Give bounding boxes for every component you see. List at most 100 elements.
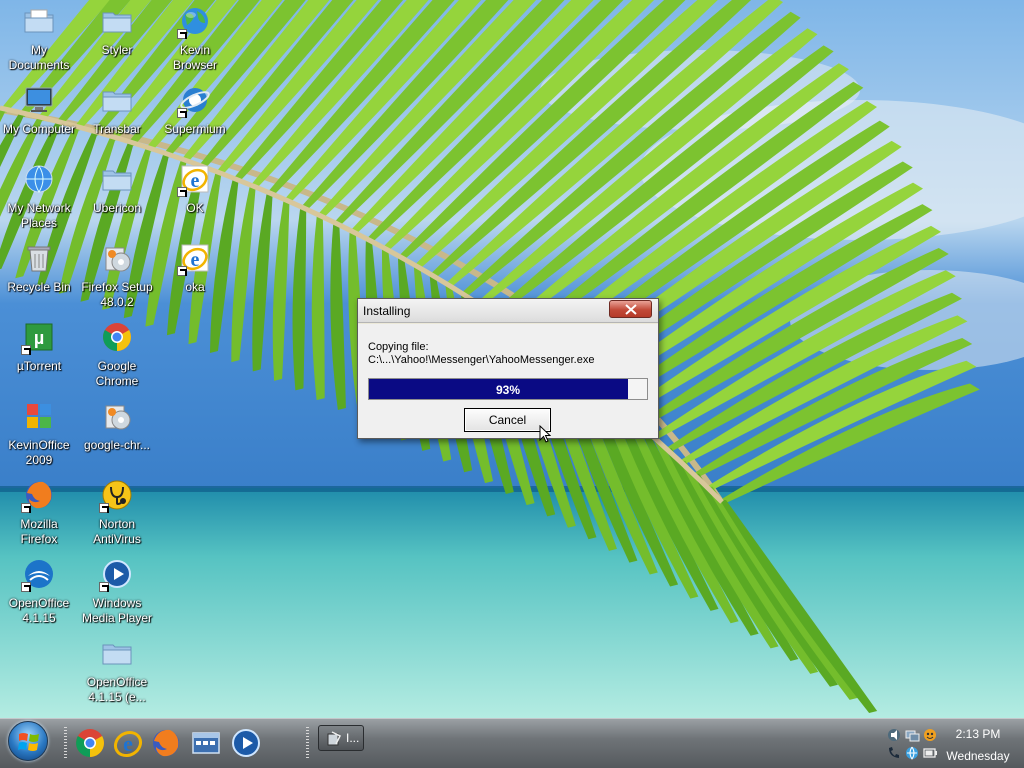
quicklaunch-show-desktop-icon[interactable] <box>190 727 222 759</box>
desktop-icon-label: Firefox Setup 48.0.2 <box>81 280 153 309</box>
desktop-icon[interactable]: Mozilla Firefox <box>0 479 78 547</box>
progress-percent: 93% <box>495 383 521 397</box>
dialog-body: Copying file: C:\...\Yahoo!\Messenger\Ya… <box>358 324 658 438</box>
desktop-icon[interactable]: µ µTorrent <box>0 321 78 374</box>
quicklaunch-internet-explorer-icon[interactable]: e <box>112 727 144 759</box>
folder-icon <box>101 637 133 669</box>
shortcut-arrow-icon <box>21 345 31 355</box>
desktop-icon[interactable]: Transbar <box>78 84 156 137</box>
shortcut-arrow-icon <box>177 29 187 39</box>
taskbar-installer-label: I... <box>346 731 360 745</box>
quicklaunch-firefox-icon[interactable] <box>150 727 182 759</box>
shortcut-arrow-icon <box>177 187 187 197</box>
system-tray <box>882 725 944 763</box>
folder-icon <box>101 5 133 37</box>
chrome-icon <box>101 321 133 353</box>
computer-icon <box>23 84 55 116</box>
browser-icon <box>177 84 211 118</box>
install-progress-bar: 93% <box>368 378 648 400</box>
close-icon <box>625 304 637 315</box>
start-button[interactable] <box>8 721 48 761</box>
shortcut-arrow-icon <box>177 108 187 118</box>
desktop-icon-label: Ubericon <box>92 201 142 215</box>
desktop-icon-label: My Documents <box>8 43 70 72</box>
shortcut-arrow-icon <box>99 503 109 513</box>
copying-message: Copying file: C:\...\Yahoo!\Messenger\Ya… <box>368 341 594 367</box>
desktop-icon[interactable]: e oka <box>156 242 234 295</box>
desktop-icon-label: google-chr... <box>83 438 151 452</box>
messenger-icon[interactable] <box>922 727 938 743</box>
desktop-icon[interactable]: Recycle Bin <box>0 242 78 295</box>
desktop-icon[interactable]: Google Chrome <box>78 321 156 389</box>
desktop-icon-label: KevinOffice 2009 <box>8 438 70 467</box>
taskbar: e I... 2:13 PM Wednesday <box>0 718 1024 768</box>
desktop-icon[interactable]: My Documents <box>0 5 78 73</box>
desktop-icon-label: Google Chrome <box>95 359 139 388</box>
desktop-icon-label: Styler <box>101 43 133 57</box>
speaker-icon[interactable] <box>886 727 902 743</box>
desktop-icon[interactable]: My Network Places <box>0 163 78 231</box>
network-icon[interactable] <box>904 727 920 743</box>
desktop-icon-label: Recycle Bin <box>7 280 71 294</box>
desktop-icon[interactable]: Firefox Setup 48.0.2 <box>78 242 156 310</box>
desktop-icon-label: OK <box>186 201 204 215</box>
desktop-icon[interactable]: Windows Media Player <box>78 558 156 626</box>
norton-icon <box>99 479 133 513</box>
clock-time[interactable]: 2:13 PM <box>948 727 1008 741</box>
desktop-icon-label: Transbar <box>93 122 141 136</box>
desktop-icon[interactable]: My Computer <box>0 84 78 137</box>
desktop-icon-label: OpenOffice 4.1.15 <box>8 596 70 625</box>
quicklaunch-chrome-icon[interactable] <box>74 727 106 759</box>
svg-text:e: e <box>191 170 200 192</box>
desktop-icon-label: Norton AntiVirus <box>93 517 141 546</box>
svg-text:µ: µ <box>34 328 44 348</box>
media-player-icon <box>99 558 133 592</box>
mouse-cursor-icon <box>539 425 551 443</box>
svg-text:e: e <box>123 731 133 756</box>
taskbar-installer-button[interactable]: I... <box>318 725 364 751</box>
folder-icon <box>101 84 133 116</box>
internet-explorer-icon: e <box>177 163 211 197</box>
battery-icon[interactable] <box>922 745 938 761</box>
folder-documents-icon <box>23 5 55 37</box>
desktop-icon-label: oka <box>185 280 205 294</box>
dialog-title-bar[interactable]: Installing <box>358 299 658 323</box>
desktop-icon-label: Windows Media Player <box>81 596 153 625</box>
desktop-icon[interactable]: KevinOffice 2009 <box>0 400 78 468</box>
utorrent-icon: µ <box>21 321 55 355</box>
globe-icon <box>177 5 211 39</box>
windows-logo-icon <box>18 733 39 751</box>
shortcut-arrow-icon <box>21 503 31 513</box>
desktop-icon[interactable]: e OK <box>156 163 234 216</box>
desktop-icon[interactable]: OpenOffice 4.1.15 (e... <box>78 637 156 705</box>
svg-text:e: e <box>191 249 200 271</box>
desktop-icon-label: Kevin Browser <box>172 43 217 72</box>
desktop-icon[interactable]: Kevin Browser <box>156 5 234 73</box>
close-button[interactable] <box>609 300 652 318</box>
desktop-icon[interactable]: Norton AntiVirus <box>78 479 156 547</box>
shortcut-arrow-icon <box>177 266 187 276</box>
desktop-icon-label: My Computer <box>2 122 76 136</box>
desktop-icon[interactable]: OpenOffice 4.1.15 <box>0 558 78 626</box>
installer-icon <box>101 400 133 432</box>
dialog-title: Installing <box>363 304 411 318</box>
shortcut-arrow-icon <box>99 582 109 592</box>
installing-dialog: Installing Copying file: C:\...\Yahoo!\M… <box>357 298 659 439</box>
phone-icon[interactable] <box>886 745 902 761</box>
quicklaunch-media-player-icon[interactable] <box>230 727 262 759</box>
desktop-icon[interactable]: Styler <box>78 5 156 58</box>
clock-day[interactable]: Wednesday <box>938 749 1018 763</box>
taskbar-grip[interactable] <box>64 727 67 759</box>
desktop-icon[interactable]: google-chr... <box>78 400 156 453</box>
installer-icon <box>327 731 342 746</box>
desktop-icon-label: My Network Places <box>7 201 71 230</box>
taskbar-grip-2[interactable] <box>306 727 309 759</box>
firefox-icon <box>21 479 55 513</box>
cancel-button[interactable]: Cancel <box>464 408 551 432</box>
installer-icon <box>101 242 133 274</box>
desktop-icon[interactable]: Ubericon <box>78 163 156 216</box>
globe-tray-icon[interactable] <box>904 745 920 761</box>
desktop-icon[interactable]: Supermium <box>156 84 234 137</box>
office-icon <box>23 400 55 432</box>
folder-icon <box>101 163 133 195</box>
